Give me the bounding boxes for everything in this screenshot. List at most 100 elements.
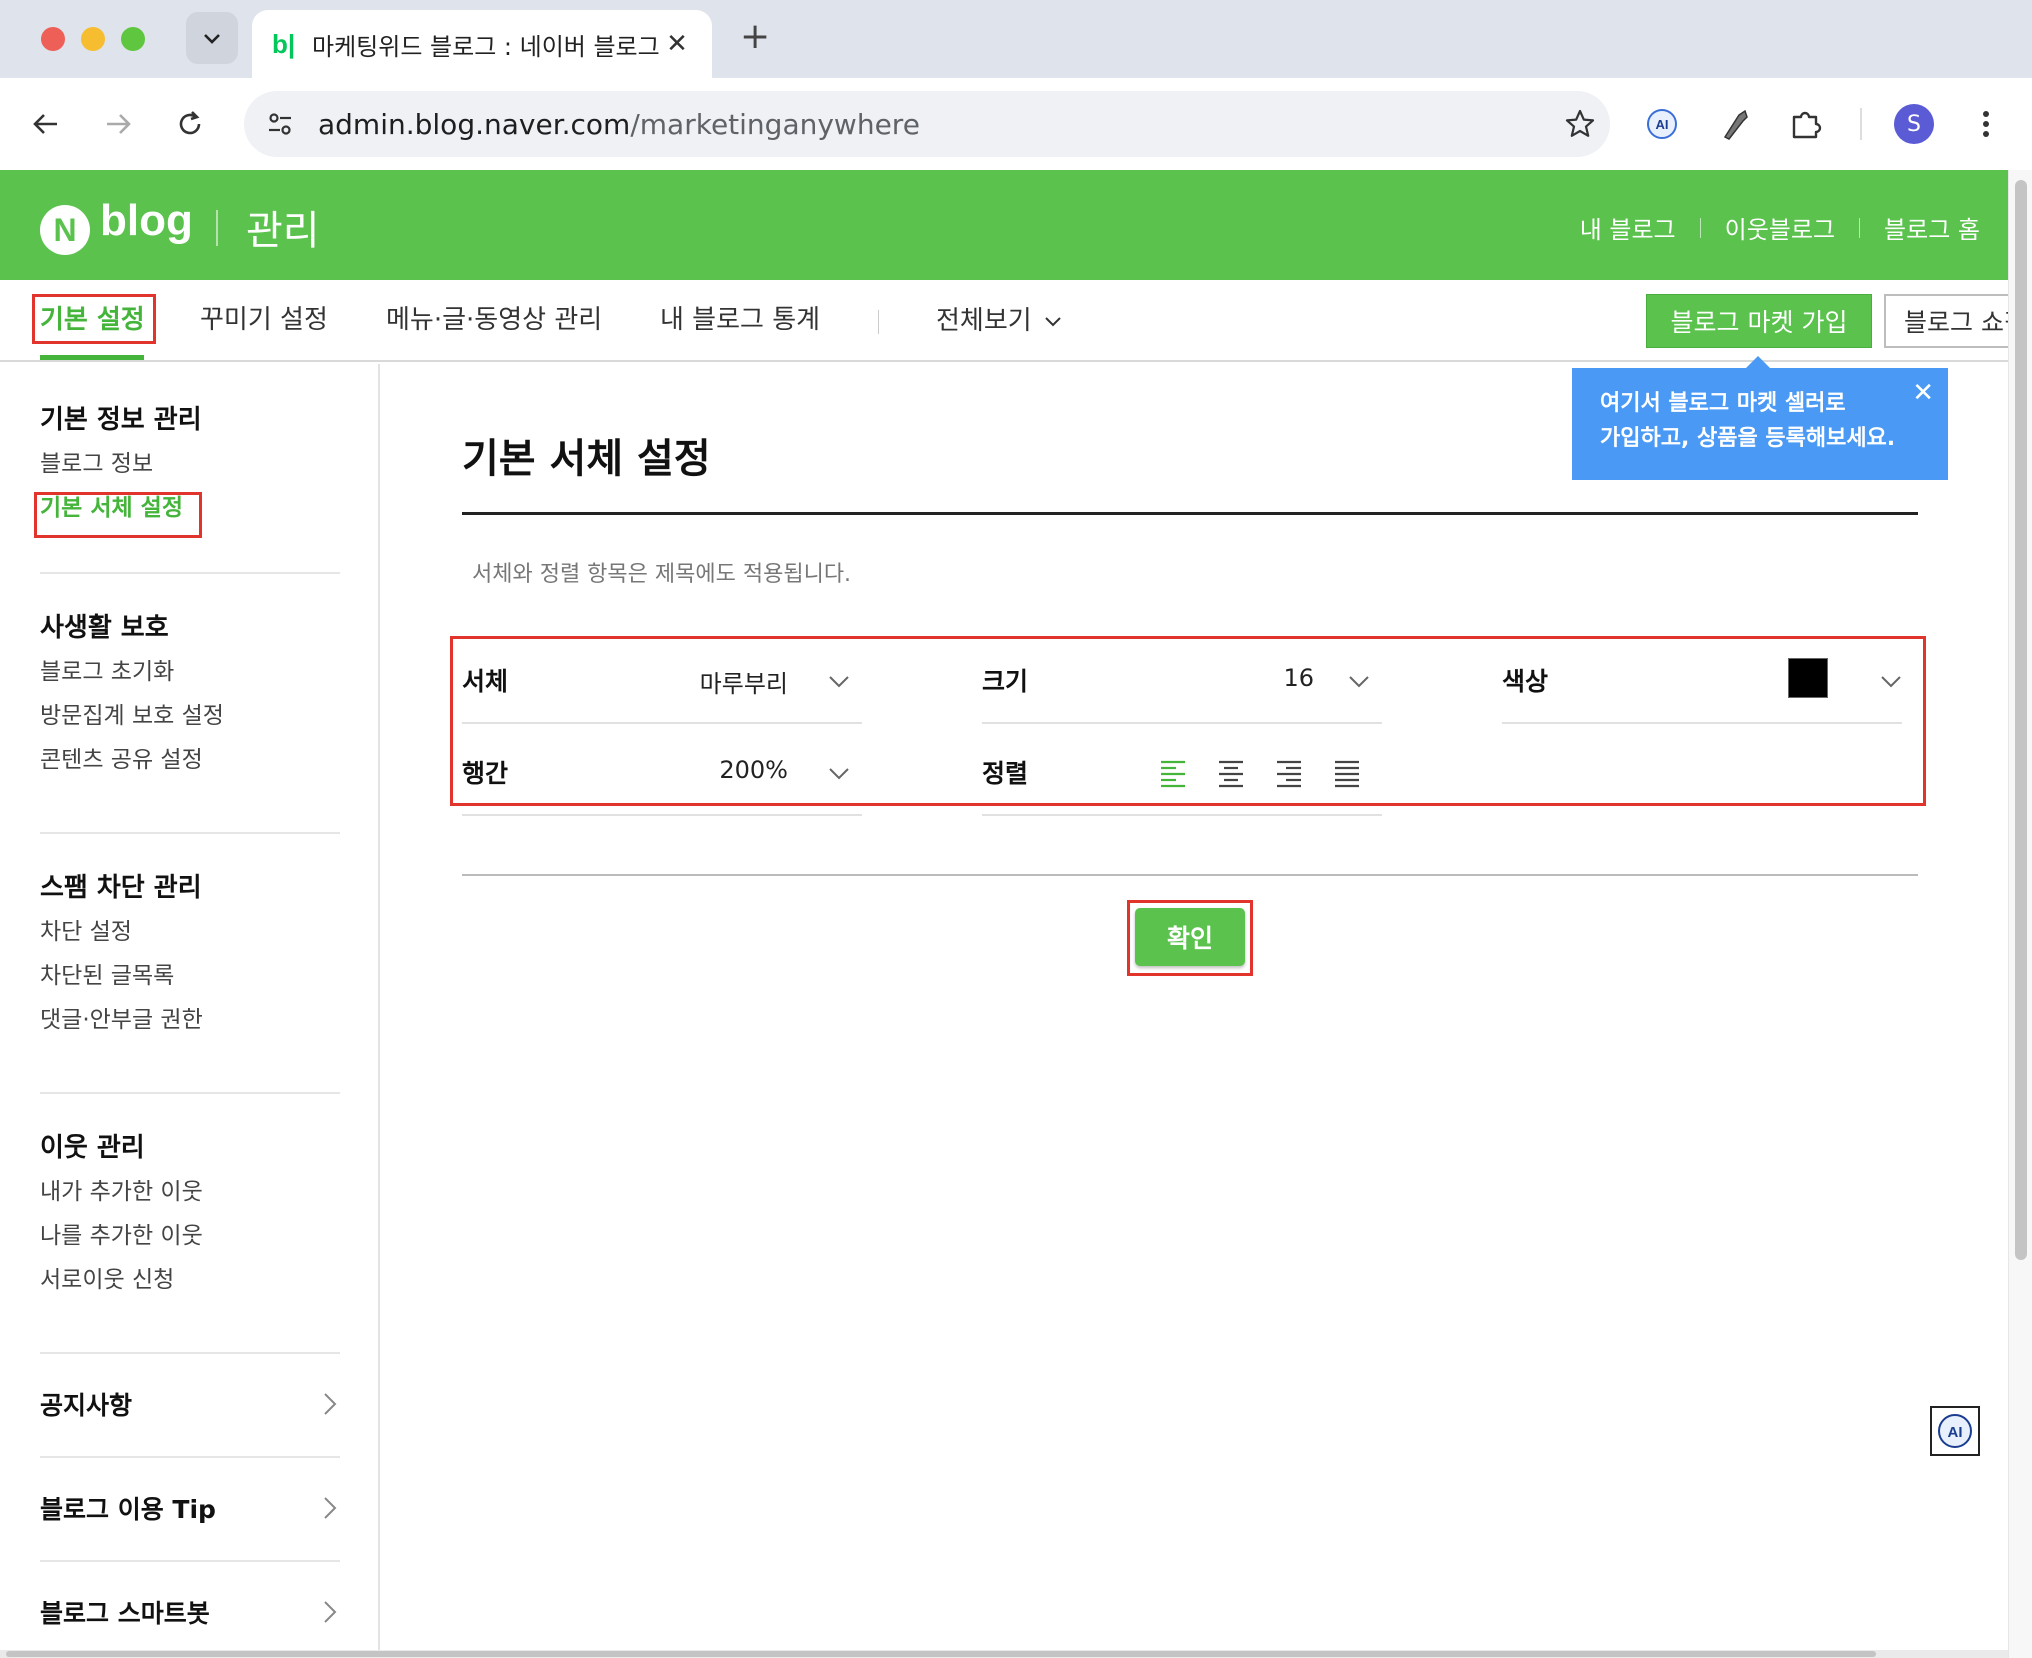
sidebar-divider — [40, 1352, 340, 1354]
url-text: admin.blog.naver.com/marketinganywhere — [318, 108, 1550, 141]
my-blog-link[interactable]: 내 블로그 — [1580, 210, 1676, 245]
sidebar-link-label: 블로그 스마트봇 — [40, 1599, 210, 1628]
field-underline — [462, 722, 862, 724]
blog-header: N blog 관리 내 블로그 이웃블로그 블로그 홈 — [0, 170, 2008, 280]
sidebar-item-content-share[interactable]: 콘텐츠 공유 설정 — [40, 738, 340, 782]
field-underline — [462, 814, 862, 816]
sidebar-link-notice[interactable]: 공지사항 — [40, 1374, 340, 1434]
color-select[interactable]: 색상 — [1492, 638, 1912, 724]
align-right-icon[interactable] — [1274, 758, 1304, 788]
tab-blog-stats[interactable]: 내 블로그 통계 — [660, 280, 820, 362]
chevron-down-icon — [1349, 676, 1369, 688]
naver-n-logo[interactable]: N — [40, 205, 90, 255]
ai-assistant-icon[interactable]: AI — [1930, 1406, 1980, 1456]
browser-tab[interactable]: b| 마케팅위드 블로그 : 네이버 블로그 ✕ — [252, 10, 712, 78]
site-settings-icon[interactable] — [260, 104, 300, 144]
chevron-right-icon — [324, 1497, 337, 1519]
reload-icon — [179, 111, 201, 135]
forward-arrow-icon — [107, 114, 131, 134]
horizontal-scrollbar[interactable] — [0, 1650, 2008, 1658]
size-value: 16 — [1283, 664, 1314, 692]
tooltip-line-1: 여기서 블로그 마켓 셀러로 — [1600, 391, 1846, 416]
browser-menu-icon[interactable] — [1964, 102, 2008, 146]
align-justify-icon[interactable] — [1332, 758, 1362, 788]
sidebar-item-block-settings[interactable]: 차단 설정 — [40, 910, 340, 954]
chevron-down-icon — [829, 676, 849, 688]
scrollbar-thumb[interactable] — [2015, 180, 2027, 1260]
tab-menu-post-video[interactable]: 메뉴·글·동영상 관리 — [386, 280, 602, 362]
blog-shop-button[interactable]: 블로그 쇼핑 — [1884, 294, 2008, 348]
blog-market-join-button[interactable]: 블로그 마켓 가입 — [1646, 294, 1872, 348]
sidebar-divider — [40, 832, 340, 834]
extensions-puzzle-icon[interactable] — [1784, 102, 1828, 146]
sidebar-item-blog-reset[interactable]: 블로그 초기화 — [40, 650, 340, 694]
new-tab-button[interactable]: + — [740, 16, 770, 57]
ai-extension-icon[interactable]: AI — [1640, 102, 1684, 146]
tab-view-all[interactable]: 전체보기 — [936, 280, 1064, 362]
line-height-select[interactable]: 행간 200% — [452, 730, 862, 816]
font-label: 서체 — [462, 667, 509, 696]
profile-avatar[interactable]: S — [1894, 104, 1934, 144]
chevron-down-icon — [1881, 676, 1901, 688]
color-swatch — [1788, 658, 1828, 698]
font-settings-form: 서체 마루부리 크기 16 색상 행간 200% 정렬 — [452, 638, 1926, 816]
sidebar-section-title: 사생활 보호 — [40, 613, 169, 643]
field-underline — [1502, 722, 1902, 724]
tab-close-icon[interactable]: ✕ — [662, 29, 692, 59]
sidebar-item-blog-info[interactable]: 블로그 정보 — [40, 442, 340, 486]
sidebar-item-comment-permission[interactable]: 댓글·안부글 권한 — [40, 998, 340, 1042]
align-center-icon[interactable] — [1216, 758, 1246, 788]
link-divider — [1859, 217, 1861, 238]
tooltip-close-icon[interactable]: ✕ — [1912, 376, 1934, 411]
chevron-down-icon — [204, 34, 220, 44]
sidebar-item-added-by-me[interactable]: 내가 추가한 이웃 — [40, 1170, 340, 1214]
blog-admin-page: N blog 관리 내 블로그 이웃블로그 블로그 홈 기본 설정 꾸미기 설정… — [0, 170, 2008, 1658]
sidebar-item-blocked-posts[interactable]: 차단된 글목록 — [40, 954, 340, 998]
window-close-button[interactable] — [41, 27, 65, 51]
scrollbar-thumb[interactable] — [6, 1651, 1876, 1657]
sidebar-item-mutual-request[interactable]: 서로이웃 신청 — [40, 1258, 340, 1302]
sidebar-link-tips[interactable]: 블로그 이용 Tip — [40, 1478, 340, 1538]
active-tab-underline — [40, 355, 144, 360]
window-minimize-button[interactable] — [81, 27, 105, 51]
color-label: 색상 — [1502, 667, 1549, 696]
vertical-scrollbar[interactable] — [2008, 170, 2032, 1658]
browser-tab-strip: b| 마케팅위드 블로그 : 네이버 블로그 ✕ + — [0, 0, 2032, 78]
sidebar-divider — [40, 1560, 340, 1562]
bookmark-star-icon[interactable] — [1550, 108, 1610, 140]
confirm-button[interactable]: 확인 — [1135, 908, 1245, 966]
blog-home-link[interactable]: 블로그 홈 — [1884, 210, 1980, 245]
chevron-down-icon — [829, 768, 849, 780]
back-arrow-icon — [33, 114, 57, 134]
align-label: 정렬 — [982, 759, 1029, 788]
sidebar-divider — [40, 1456, 340, 1458]
sidebar-item-added-me[interactable]: 나를 추가한 이웃 — [40, 1214, 340, 1258]
sidebar-section-title: 스팸 차단 관리 — [40, 873, 202, 903]
toolbar-divider — [1860, 108, 1862, 140]
tool-extension-icon[interactable] — [1712, 102, 1756, 146]
form-bottom-divider — [462, 874, 1918, 876]
reload-button[interactable] — [170, 104, 210, 144]
font-select[interactable]: 서체 마루부리 — [452, 638, 862, 724]
page-description: 서체와 정렬 항목은 제목에도 적용됩니다. — [472, 562, 852, 587]
neighbor-blog-link[interactable]: 이웃블로그 — [1725, 210, 1835, 245]
forward-button[interactable] — [98, 104, 138, 144]
align-left-icon[interactable] — [1158, 758, 1188, 788]
line-height-label: 행간 — [462, 759, 509, 788]
tab-search-button[interactable] — [186, 12, 238, 64]
sidebar-link-smartbot[interactable]: 블로그 스마트봇 — [40, 1582, 340, 1642]
sidebar-item-visit-count-protect[interactable]: 방문집계 보호 설정 — [40, 694, 340, 738]
nav-divider — [878, 310, 879, 334]
back-button[interactable] — [26, 104, 66, 144]
browser-toolbar: admin.blog.naver.com/marketinganywhere A… — [0, 78, 2032, 170]
tab-decorate-settings[interactable]: 꾸미기 설정 — [200, 280, 328, 362]
alignment-group: 정렬 — [972, 730, 1382, 816]
svg-text:AI: AI — [1656, 117, 1669, 132]
font-value: 마루부리 — [699, 670, 788, 698]
chevron-down-icon — [1044, 317, 1061, 327]
blog-logo-text[interactable]: blog — [100, 196, 193, 246]
title-divider — [462, 512, 1918, 515]
window-zoom-button[interactable] — [121, 27, 145, 51]
size-select[interactable]: 크기 16 — [972, 638, 1382, 724]
address-bar[interactable]: admin.blog.naver.com/marketinganywhere — [244, 91, 1610, 157]
